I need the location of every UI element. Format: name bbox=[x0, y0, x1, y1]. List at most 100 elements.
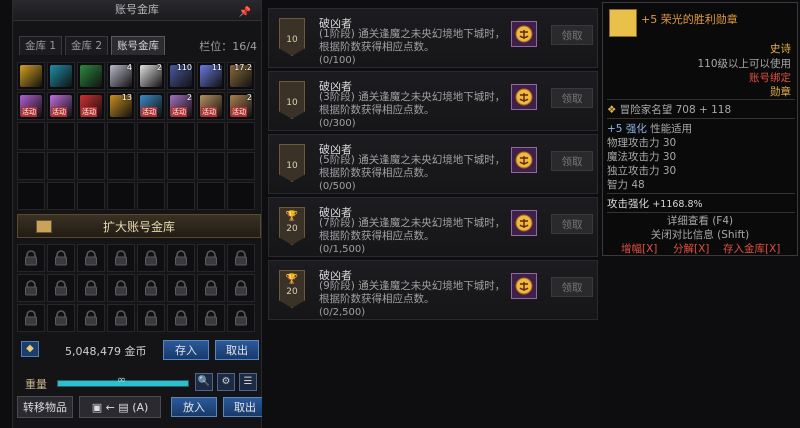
item-slot[interactable]: 4 bbox=[107, 62, 135, 90]
locked-slot bbox=[107, 244, 135, 272]
empty-slot[interactable] bbox=[197, 182, 225, 210]
empty-slot[interactable] bbox=[197, 152, 225, 180]
achievement-description: (1阶段) 通关逢魔之未央幻境地下城时，根据阶数获得相应点数。 bbox=[319, 28, 509, 54]
item-slot[interactable]: 2 活动 bbox=[167, 92, 195, 120]
tab-storage-1[interactable]: 金库 1 bbox=[19, 36, 63, 55]
empty-slot[interactable] bbox=[227, 152, 255, 180]
attack-boost-value: +1168.8% bbox=[652, 199, 703, 210]
lock-icon bbox=[175, 280, 187, 296]
claim-button[interactable]: 领取 bbox=[551, 25, 593, 45]
empty-slot[interactable] bbox=[107, 182, 135, 210]
claim-button[interactable]: 领取 bbox=[551, 151, 593, 171]
medal-icon bbox=[609, 9, 637, 37]
empty-slot[interactable] bbox=[137, 122, 165, 150]
reward-icon[interactable] bbox=[511, 147, 537, 173]
item-slot[interactable]: 活动 bbox=[17, 92, 45, 120]
item-slot[interactable]: 2 bbox=[137, 62, 165, 90]
empty-slot[interactable] bbox=[77, 122, 105, 150]
lock-icon bbox=[145, 310, 157, 326]
reward-icon[interactable] bbox=[511, 210, 537, 236]
store-action[interactable]: 存入金库[X] bbox=[723, 241, 780, 256]
expand-storage-button[interactable]: 扩大账号金库 bbox=[17, 214, 261, 238]
achievement-progress: (0/500) bbox=[319, 181, 356, 192]
storage-tabs: 金库 1 金库 2 账号金库 bbox=[19, 36, 166, 56]
locked-slot bbox=[107, 274, 135, 302]
empty-slot[interactable] bbox=[17, 122, 45, 150]
deposit-button[interactable]: 存入 bbox=[163, 340, 209, 360]
empty-slot[interactable] bbox=[167, 122, 195, 150]
item-slot[interactable]: 110 bbox=[167, 62, 195, 90]
withdraw-button[interactable]: 取出 bbox=[215, 340, 259, 360]
claim-button[interactable]: 领取 bbox=[551, 88, 593, 108]
locked-slot bbox=[197, 274, 225, 302]
empty-slot[interactable] bbox=[17, 152, 45, 180]
event-tag: 活动 bbox=[81, 107, 97, 117]
stat-line: 魔法攻击力 30 bbox=[607, 151, 677, 163]
purse-icon[interactable]: ◆ bbox=[21, 341, 39, 357]
locked-slot bbox=[47, 244, 75, 272]
claim-button[interactable]: 领取 bbox=[551, 277, 593, 297]
item-slot[interactable] bbox=[17, 62, 45, 90]
empty-slot[interactable] bbox=[167, 152, 195, 180]
lock-icon bbox=[115, 250, 127, 266]
item-slot[interactable]: 2 活动 bbox=[227, 92, 255, 120]
reward-icon[interactable] bbox=[511, 21, 537, 47]
event-tag: 活动 bbox=[21, 107, 37, 117]
achievement-row: 10 破凶者 (1阶段) 通关逢魔之未央幻境地下城时，根据阶数获得相应点数。 (0/1… bbox=[268, 8, 598, 68]
empty-slot[interactable] bbox=[47, 152, 75, 180]
achievement-description: (3阶段) 通关逢魔之未央幻境地下城时，根据阶数获得相应点数。 bbox=[319, 91, 509, 117]
empty-slot[interactable] bbox=[227, 122, 255, 150]
reward-icon[interactable] bbox=[511, 273, 537, 299]
item-slot[interactable]: 活动 bbox=[137, 92, 165, 120]
empty-slot[interactable] bbox=[167, 182, 195, 210]
reward-icon[interactable] bbox=[511, 84, 537, 110]
disassemble-action[interactable]: 分解[X] bbox=[673, 241, 709, 256]
lock-icon bbox=[25, 310, 37, 326]
claim-button[interactable]: 领取 bbox=[551, 214, 593, 234]
pin-icon[interactable]: 📌 bbox=[239, 3, 251, 23]
item-icon: 2 活动 bbox=[170, 93, 192, 117]
empty-slot[interactable] bbox=[77, 182, 105, 210]
search-icon[interactable]: 🔍 bbox=[195, 373, 213, 391]
achievement-description: (7阶段) 通关逢魔之未央幻境地下城时，根据阶数获得相应点数。 bbox=[319, 217, 509, 243]
tab-storage-2[interactable]: 金库 2 bbox=[65, 36, 109, 55]
item-slot[interactable] bbox=[77, 62, 105, 90]
empty-slot[interactable] bbox=[197, 122, 225, 150]
item-slot[interactable]: 11 bbox=[197, 62, 225, 90]
stat-line: 物理攻击力 30 bbox=[607, 137, 677, 149]
gear-icon[interactable]: ⚙ bbox=[217, 373, 235, 391]
transfer-items-button[interactable]: 转移物品 bbox=[17, 396, 73, 418]
tab-account-storage[interactable]: 账号金库 bbox=[111, 36, 166, 55]
empty-slot[interactable] bbox=[47, 182, 75, 210]
empty-slot[interactable] bbox=[137, 182, 165, 210]
locked-slot bbox=[137, 244, 165, 272]
list-icon[interactable]: ☰ bbox=[239, 373, 257, 391]
attack-boost-label: 攻击强化 bbox=[607, 198, 649, 210]
amplify-action[interactable]: 增幅[X] bbox=[621, 241, 657, 256]
empty-slot[interactable] bbox=[107, 152, 135, 180]
item-icon: 活动 bbox=[50, 95, 72, 117]
locked-slot bbox=[227, 244, 255, 272]
move-to-bag-button[interactable]: ▣ ← ▤ (A) bbox=[79, 396, 161, 418]
item-slot[interactable]: 13 bbox=[107, 92, 135, 120]
item-slot[interactable]: 活动 bbox=[47, 92, 75, 120]
take-out-button[interactable]: 取出 bbox=[223, 397, 267, 417]
empty-slot[interactable] bbox=[227, 182, 255, 210]
item-slot[interactable]: 活动 bbox=[77, 92, 105, 120]
item-slot[interactable]: 活动 bbox=[197, 92, 225, 120]
item-slot[interactable] bbox=[47, 62, 75, 90]
item-count: 2 bbox=[156, 63, 162, 72]
achievement-stage: (9阶段) bbox=[319, 280, 355, 292]
item-slot[interactable]: 17.2 bbox=[227, 62, 255, 90]
gold-row: ◆ 5,048,479 金币 存入 取出 bbox=[17, 340, 261, 360]
lock-icon bbox=[25, 250, 37, 266]
empty-slot[interactable] bbox=[47, 122, 75, 150]
gold-amount: 5,048,479 金币 bbox=[65, 345, 147, 358]
empty-slot[interactable] bbox=[77, 152, 105, 180]
locked-slot bbox=[47, 274, 75, 302]
item-count: 110 bbox=[176, 63, 192, 72]
empty-slot[interactable] bbox=[107, 122, 135, 150]
empty-slot[interactable] bbox=[17, 182, 45, 210]
put-in-button[interactable]: 放入 bbox=[171, 397, 217, 417]
empty-slot[interactable] bbox=[137, 152, 165, 180]
